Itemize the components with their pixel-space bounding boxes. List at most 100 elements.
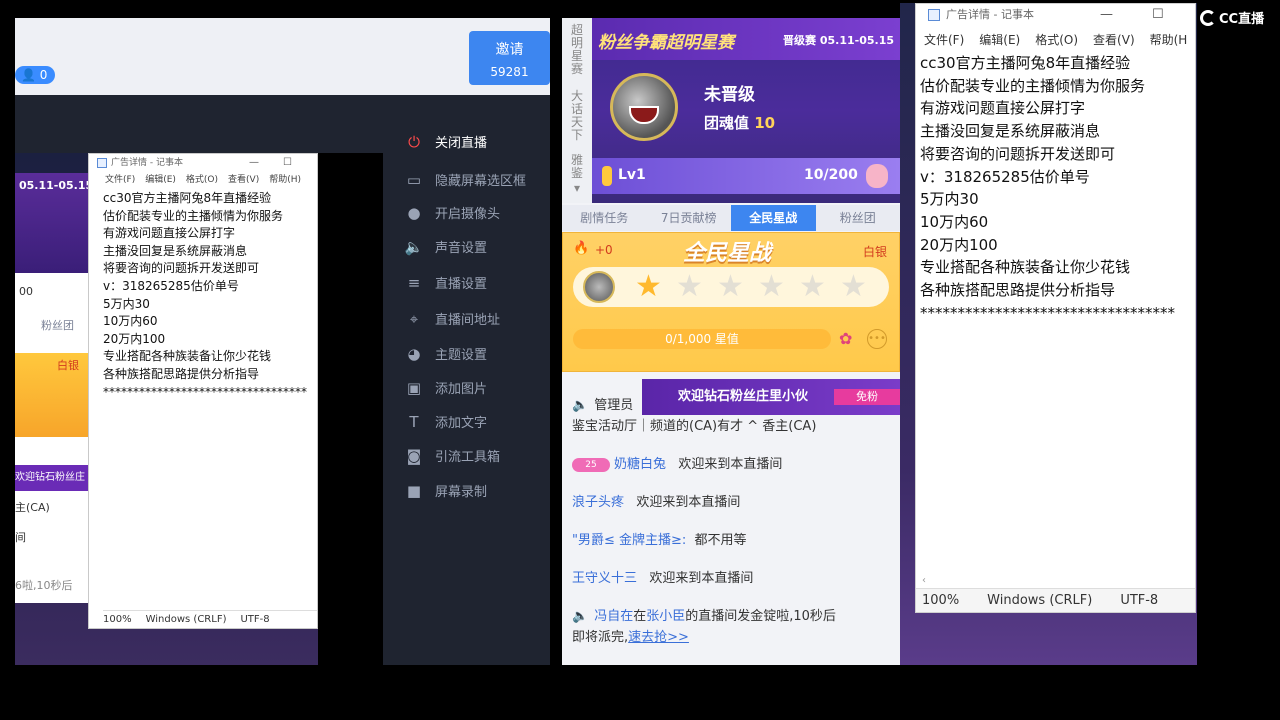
preview-level-value: 00: [19, 285, 33, 298]
chat-username[interactable]: 奶糖白兔: [614, 457, 666, 472]
star-icon: ★: [799, 269, 826, 304]
star-icon: ★: [635, 269, 662, 304]
menu-item[interactable]: ▭ 隐藏屏幕选区框: [405, 170, 526, 190]
notepad-text[interactable]: cc30官方主播阿兔8年直播经验 估价配装专业的主播倾情为你服务 有游戏问题直接…: [916, 52, 1195, 324]
preview-starwar: 白银: [15, 353, 90, 437]
more-icon[interactable]: •••: [867, 329, 887, 349]
menu-item-label: 主题设置: [435, 348, 488, 363]
menu-item[interactable]: ◙ 引流工具箱: [405, 446, 501, 466]
menu-item[interactable]: ◕ 主题设置: [405, 344, 488, 364]
chat-username[interactable]: "男爵≤ 金牌主播≥:: [572, 533, 686, 548]
side-tab-superstar[interactable]: 超明星赛: [566, 24, 588, 76]
heart-hand-icon[interactable]: [866, 164, 888, 188]
menu-file[interactable]: 文件(F): [924, 28, 964, 52]
grab-link[interactable]: 速去抢>>: [628, 630, 689, 645]
menu-help[interactable]: 帮助(H: [1150, 28, 1188, 52]
notepad-text[interactable]: cc30官方主播阿兔8年直播经验 估价配装专业的主播倾情为你服务 有游戏问题直接…: [89, 188, 317, 403]
invite-button[interactable]: 邀请 59281: [469, 31, 550, 85]
avatar: [583, 271, 615, 303]
sender-name[interactable]: 冯自在: [594, 609, 633, 624]
star-icon: ★: [840, 269, 867, 304]
menu-view[interactable]: 查看(V): [228, 172, 259, 188]
starwar-card: 🔥 +0 全民星战 白银 ★ ★ ★ ★ ★ ★ 0/1,000 星值 ✿ •••: [562, 232, 900, 372]
scroll-left-icon[interactable]: ‹: [916, 572, 1195, 589]
invite-label: 邀请: [495, 42, 524, 58]
notepad-window-preview: 广告详情 - 记事本 — ☐ 文件(F) 编辑(E) 格式(O) 查看(V) 帮…: [88, 153, 318, 629]
preview-welcome: 欢迎钻石粉丝庄: [15, 465, 90, 491]
tab-1[interactable]: 7日贡献榜: [647, 205, 732, 231]
chevron-down-icon[interactable]: ▾: [566, 182, 588, 195]
menu-item[interactable]: ● 开启摄像头: [405, 203, 500, 223]
minimize-icon[interactable]: —: [1100, 4, 1113, 26]
speaker-icon: 🔈: [572, 398, 589, 413]
side-tab-dahua[interactable]: 大话天下: [566, 90, 588, 142]
notepad-title-bar: 广告详情 - 记事本 — ☐: [89, 154, 317, 172]
menu-item[interactable]: ⏻ 关闭直播: [405, 132, 488, 152]
maximize-icon[interactable]: ☐: [283, 154, 292, 172]
menu-item-label: 直播间地址: [435, 313, 501, 328]
level-progress: 10/200: [804, 167, 858, 183]
menu-item[interactable]: 🔈 声音设置: [404, 237, 488, 257]
tab-3[interactable]: 粉丝团: [816, 205, 901, 231]
soul-value-row: 团魂值 10: [704, 112, 775, 133]
notepad-status-bar: 100% Windows (CRLF) UTF-8: [916, 588, 1195, 612]
menu-help[interactable]: 帮助(H): [269, 172, 301, 188]
level-bar: Lv1 10/200: [592, 158, 900, 194]
avatar: [610, 73, 678, 141]
menu-item[interactable]: ⌖ 直播间地址: [405, 309, 501, 329]
zoom-level: 100%: [103, 614, 132, 625]
preview-banner: 05.11-05.15 00: [15, 173, 93, 298]
menu-view[interactable]: 查看(V): [1093, 28, 1135, 52]
menu-item-label: 关闭直播: [435, 136, 488, 151]
notepad-title-bar: 广告详情 - 记事本 — ☐: [916, 4, 1195, 28]
power-icon: ⏻: [408, 132, 420, 151]
viewer-count: 0: [39, 68, 48, 82]
superstar-banner[interactable]: 粉丝争霸超明星赛 晋级赛 05.11-05.15 未晋级 团魂值 10 Lv1 …: [592, 18, 900, 203]
invite-count: 59281: [490, 65, 529, 79]
line-ending: Windows (CRLF): [145, 614, 227, 625]
tab-2[interactable]: 全民星战: [731, 205, 816, 231]
side-tab-yajian[interactable]: 雅鉴: [566, 154, 588, 180]
menu-item-label: 声音设置: [435, 241, 488, 256]
menu-item[interactable]: ≡ 直播设置: [405, 273, 488, 293]
live-context-menu: ⏻ 关闭直播 ▭ 隐藏屏幕选区框 ● 开启摄像头 🔈 声音设置 ≡ 直播设置 ⌖ 直播间地址 ◕ 主题设置…: [383, 95, 550, 665]
logo-text: CC直播: [1219, 12, 1265, 27]
chat-message: 浪子头疼 欢迎来到本直播间: [572, 491, 740, 510]
screen-icon: ▭: [406, 170, 422, 189]
location-icon: ⌖: [409, 309, 419, 328]
cc-live-logo: CC直播: [1200, 8, 1264, 27]
chat-username[interactable]: 浪子头疼: [572, 495, 624, 510]
pinwheel-icon[interactable]: ✿: [839, 329, 852, 348]
notepad-window: 广告详情 - 记事本 — ☐ 文件(F) 编辑(E) 格式(O) 查看(V) 帮…: [915, 3, 1196, 613]
welcome-banner: 欢迎钻石粉丝庄里小伙 免粉: [642, 379, 900, 415]
palette-icon: ◕: [407, 344, 421, 363]
menu-item-label: 添加文字: [435, 416, 488, 431]
tier-label: 白银: [862, 245, 887, 259]
rank-status: 未晋级: [704, 85, 755, 105]
banner-stage: 晋级赛 05.11-05.15: [783, 34, 894, 47]
fire-count: +0: [595, 243, 613, 257]
maximize-icon[interactable]: ☐: [1152, 4, 1164, 26]
minimize-icon[interactable]: —: [249, 154, 259, 172]
chat-text: 在: [633, 609, 647, 624]
record-icon: ■: [406, 481, 422, 500]
chat-text: 即将派完,: [572, 630, 629, 645]
notepad-title: 广告详情 - 记事本: [111, 158, 183, 168]
chat-username[interactable]: 王守义十三: [572, 571, 637, 586]
system-message-cont: 即将派完,速去抢>>: [572, 626, 689, 645]
host-name[interactable]: 张小臣: [646, 609, 685, 624]
menu-item[interactable]: ■ 屏幕录制: [405, 481, 487, 501]
menu-item[interactable]: T 添加文字: [405, 412, 488, 432]
menu-format[interactable]: 格式(O): [1035, 28, 1078, 52]
chat-message: 王守义十三 欢迎来到本直播间: [572, 567, 753, 586]
menu-edit[interactable]: 编辑(E): [979, 28, 1020, 52]
menu-item[interactable]: ▣ 添加图片: [405, 378, 487, 398]
menu-file[interactable]: 文件(F): [105, 172, 135, 188]
tab-0[interactable]: 剧情任务: [562, 205, 647, 231]
menu-format[interactable]: 格式(O): [186, 172, 218, 188]
menu-item-label: 直播设置: [435, 277, 488, 292]
menu-edit[interactable]: 编辑(E): [145, 172, 176, 188]
speaker-icon: 🔈: [404, 237, 424, 256]
text-icon: T: [409, 412, 419, 431]
menu-item-label: 引流工具箱: [435, 450, 501, 465]
